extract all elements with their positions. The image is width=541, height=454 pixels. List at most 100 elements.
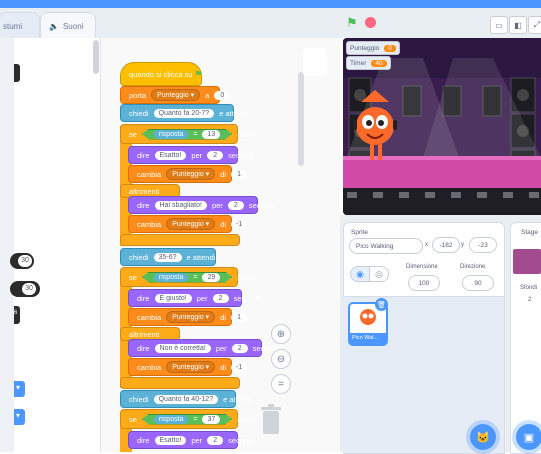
say-for-secs-block[interactable]: dire Hai sbagliato! per 2 secondi (128, 196, 275, 214)
variable-name: Punteggio (157, 92, 189, 99)
backdrops-count: 2 (528, 297, 532, 303)
direction-input[interactable]: 90 (462, 275, 494, 291)
variable-dropdown[interactable]: Punteggio ▾ (166, 361, 216, 373)
say-for-secs-block[interactable]: dire Esatto! per 2 secondi (128, 146, 254, 164)
workspace-scrollbar[interactable] (298, 72, 304, 166)
message-input[interactable]: Esatto! (154, 435, 187, 445)
palette-value: 30 (22, 283, 36, 295)
zoom-in-button[interactable]: ⊕ (271, 324, 291, 344)
block-word: per (211, 200, 223, 210)
hide-sprite-button[interactable]: ◎ (369, 266, 389, 282)
palette-block[interactable]: 30 (10, 253, 34, 269)
seconds-input[interactable]: 2 (207, 150, 224, 160)
ask-and-wait-block[interactable]: chiedi Quanto fa 20-7? e attendi (120, 104, 248, 122)
question-input[interactable]: Quanto fa 20-7? (153, 108, 215, 118)
block-word: secondi (233, 293, 260, 303)
answer-reporter[interactable]: risposta (153, 129, 189, 139)
message-input[interactable]: È giusto! (154, 293, 192, 303)
change-variable-block[interactable]: cambia Punteggio ▾ di -1 (128, 215, 248, 233)
choose-backdrop-button[interactable]: ▣ (516, 424, 541, 450)
palette-block[interactable] (14, 64, 20, 82)
palette-block[interactable]: 30 (10, 281, 40, 297)
change-variable-block[interactable]: cambia Punteggio ▾ di 1 (128, 165, 248, 183)
if-else-block[interactable]: se risposta = 29 allora (120, 267, 256, 287)
zoom-out-button[interactable]: ⊖ (271, 349, 291, 369)
seconds-input[interactable]: 2 (231, 343, 248, 353)
green-flag-icon: ⚑ (346, 15, 358, 30)
fullscreen-icon: ⤢ (533, 20, 541, 29)
delete-sprite-button[interactable]: 🗑 (375, 298, 388, 311)
green-flag-button[interactable]: ⚑ (346, 15, 358, 31)
message-input[interactable]: Esatto! (154, 150, 187, 160)
say-for-secs-block[interactable]: dire Esatto! per 2 secondi (128, 431, 254, 449)
question-input[interactable]: 35-6? (153, 252, 182, 262)
if-else-block[interactable]: se risposta = 37 allora (120, 409, 256, 429)
equals-operator[interactable]: risposta = 29 (141, 271, 233, 283)
set-variable-block[interactable]: porta Punteggio ▾ a 0 (120, 86, 231, 104)
zoom-reset-button[interactable]: = (271, 374, 291, 394)
seconds-input[interactable]: 2 (227, 200, 244, 210)
block-palette[interactable] (14, 38, 101, 452)
change-variable-block[interactable]: cambia Punteggio ▾ di 1 (128, 308, 248, 326)
value-input[interactable]: -1 (231, 219, 248, 229)
value-input[interactable]: 1 (231, 312, 248, 322)
seconds-input[interactable]: 2 (207, 435, 224, 445)
ask-and-wait-block[interactable]: chiedi Quanto fa 40-12? e attendi (120, 390, 252, 408)
equals-operator[interactable]: risposta = 37 (141, 413, 233, 425)
ask-and-wait-block[interactable]: chiedi 35-6? e attendi (120, 248, 216, 266)
variable-dropdown[interactable]: Punteggio ▾ (166, 311, 216, 323)
direction-label: Direzione (460, 264, 486, 270)
small-stage-button[interactable]: ▭ (490, 16, 508, 34)
variable-monitor-timer[interactable]: Timer 40 (346, 56, 391, 70)
if-else-block[interactable]: se risposta = 13 allora (120, 124, 256, 144)
fullscreen-button[interactable]: ⤢ (528, 16, 541, 34)
x-input[interactable]: -182 (432, 237, 460, 253)
stop-button[interactable] (365, 17, 376, 28)
block-word: secondi (228, 150, 255, 160)
answer-reporter[interactable]: risposta (153, 272, 189, 282)
block-word: a (205, 90, 210, 100)
value-input[interactable]: -1 (231, 362, 248, 372)
stage-title: Stage (521, 229, 538, 236)
show-sprite-button[interactable]: ◉ (350, 266, 370, 282)
question-input[interactable]: Quanto fa 40-12? (153, 394, 219, 404)
say-for-secs-block[interactable]: dire Non è corretta! per 2 secondi (128, 339, 279, 357)
variable-monitor-score[interactable]: Punteggio 0 (346, 41, 400, 55)
seconds-input[interactable]: 2 (212, 293, 229, 303)
eye-slash-icon: ◎ (375, 268, 383, 279)
when-flag-clicked-block[interactable]: quando si clicca su ⚑ (120, 62, 202, 86)
normal-stage-button[interactable]: ◧ (509, 16, 527, 34)
palette-dropdown-block[interactable] (14, 409, 25, 425)
if-else-bottom (120, 234, 240, 246)
change-variable-block[interactable]: cambia Punteggio ▾ di -1 (128, 358, 248, 376)
value-input[interactable]: 1 (231, 169, 248, 179)
variable-dropdown[interactable]: Punteggio ▾ (151, 89, 201, 101)
value-input[interactable]: 29 (202, 272, 221, 282)
size-input[interactable]: 100 (408, 275, 440, 291)
y-input[interactable]: -23 (469, 237, 497, 253)
variable-dropdown[interactable]: Punteggio ▾ (166, 168, 216, 180)
palette-scrollbar[interactable] (93, 40, 99, 74)
choose-sprite-button[interactable]: 🐱 (470, 424, 496, 450)
block-word: e attendi (219, 108, 248, 118)
palette-dropdown-block[interactable] (14, 381, 25, 397)
top-menu-bar (0, 0, 541, 8)
value-input[interactable]: 13 (202, 129, 221, 139)
palette-block[interactable]: 6 (14, 306, 20, 324)
equals-operator[interactable]: risposta = 13 (141, 128, 233, 140)
value-input[interactable]: 37 (202, 414, 221, 424)
message-input[interactable]: Non è corretta! (154, 343, 211, 353)
tab-sounds[interactable]: 🔈 Suoni (40, 12, 96, 39)
sprite-name-input[interactable]: Pico Walking (349, 238, 423, 254)
tab-costumes[interactable]: stumi (0, 12, 40, 39)
block-word: di (220, 312, 227, 322)
block-word: chiedi (129, 394, 149, 404)
message-input[interactable]: Hai sbagliato! (154, 200, 207, 210)
say-for-secs-block[interactable]: dire È giusto! per 2 secondi (128, 289, 259, 307)
answer-reporter[interactable]: risposta (153, 414, 189, 424)
variable-dropdown[interactable]: Punteggio ▾ (166, 218, 216, 230)
category-menu (0, 38, 14, 452)
backdrop-thumbnail[interactable] (513, 249, 541, 274)
stage-canvas[interactable]: Punteggio 0 Timer 40 (343, 38, 541, 215)
value-input[interactable]: 0 (214, 90, 231, 100)
